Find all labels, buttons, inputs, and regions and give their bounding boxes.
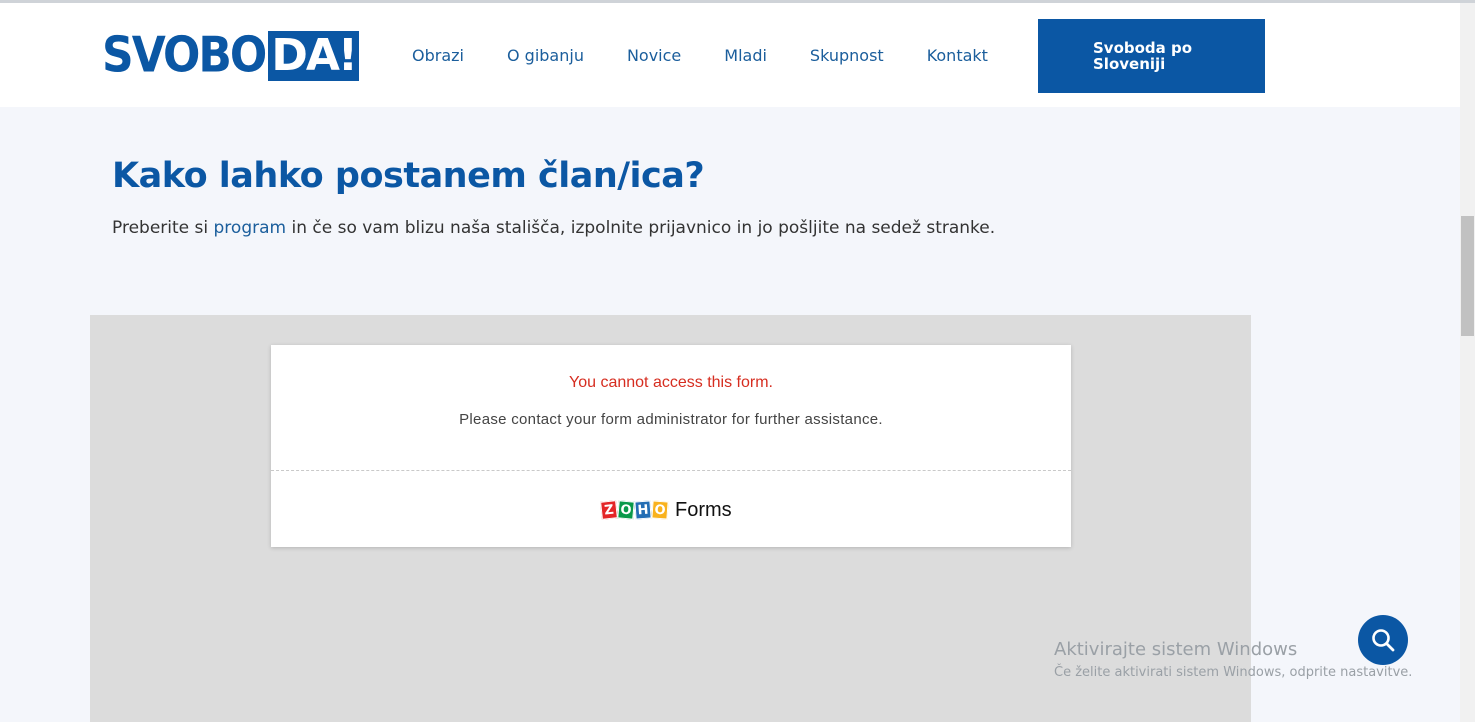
site-header: SVOBO DA! Obrazi O gibanju Novice Mladi S…: [0, 3, 1460, 107]
intro-text-before: Preberite si: [112, 218, 214, 238]
zoho-letter-h: H: [634, 500, 652, 520]
main-nav: Obrazi O gibanju Novice Mladi Skupnost K…: [390, 44, 1031, 68]
logo-text-part2: DA!: [268, 31, 359, 81]
nav-item-mladi[interactable]: Mladi: [724, 44, 767, 68]
logo-text-part1: SVOBO: [102, 26, 267, 85]
search-icon: [1372, 629, 1395, 652]
page-scrollbar[interactable]: [1460, 3, 1475, 722]
nav-item-o-gibanju[interactable]: O gibanju: [507, 44, 584, 68]
search-button[interactable]: [1358, 615, 1408, 665]
card-divider: [271, 470, 1071, 471]
zoho-letter-z: Z: [600, 500, 618, 520]
form-help-message: Please contact your form administrator f…: [459, 411, 883, 428]
scrollbar-thumb[interactable]: [1461, 216, 1474, 336]
nav-item-kontakt[interactable]: Kontakt: [927, 44, 988, 68]
zoho-forms-logo[interactable]: Z O H O Forms: [600, 498, 732, 521]
site-logo[interactable]: SVOBO DA!: [102, 26, 359, 85]
intro-text: Preberite si program in če so vam blizu …: [112, 215, 995, 241]
program-link[interactable]: program: [214, 218, 287, 238]
form-error-card: You cannot access this form. Please cont…: [271, 345, 1071, 547]
nav-item-obrazi[interactable]: Obrazi: [412, 44, 464, 68]
form-error-message: You cannot access this form.: [569, 374, 773, 391]
svoboda-po-sloveniji-button[interactable]: Svoboda po Sloveniji: [1038, 19, 1265, 93]
page: SVOBO DA! Obrazi O gibanju Novice Mladi S…: [0, 0, 1475, 722]
nav-item-skupnost[interactable]: Skupnost: [810, 44, 884, 68]
page-title: Kako lahko postanem član/ica?: [112, 156, 705, 196]
nav-item-novice[interactable]: Novice: [627, 44, 681, 68]
intro-text-after: in če so vam blizu naša stališča, izpoln…: [286, 218, 996, 238]
cta-label: Svoboda po Sloveniji: [1093, 39, 1193, 73]
watermark-line2: Če želite aktivirati sistem Windows, odp…: [1054, 665, 1413, 680]
zoho-letter-o2: O: [651, 500, 669, 520]
zoho-forms-word: Forms: [675, 498, 732, 521]
zoho-letter-o1: O: [617, 500, 635, 520]
